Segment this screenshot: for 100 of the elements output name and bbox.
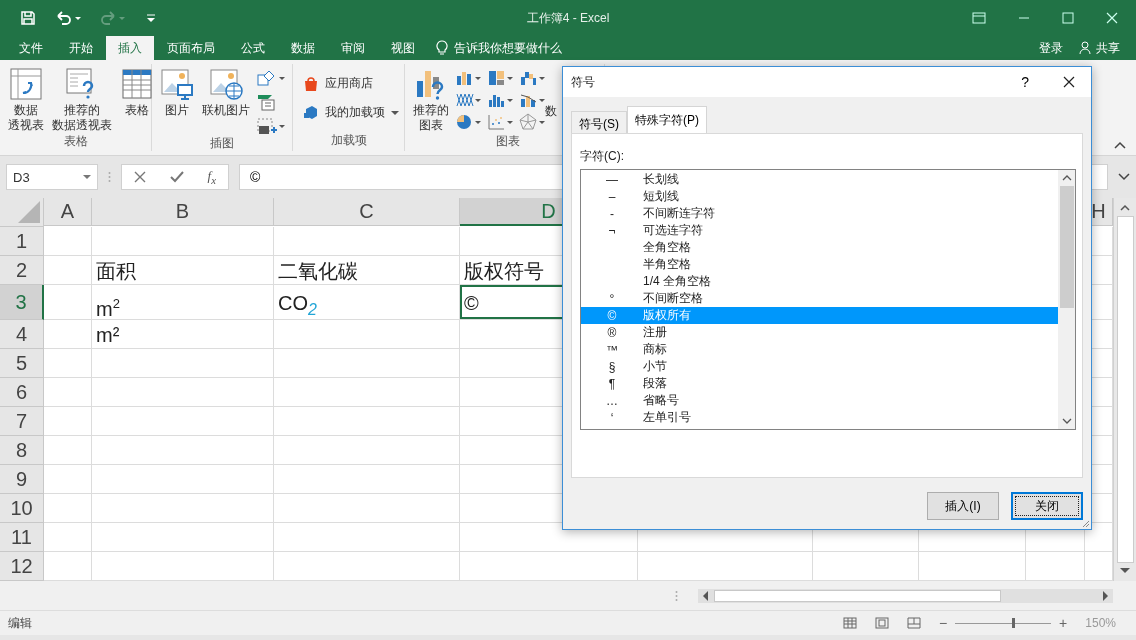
row-header[interactable]: 3: [0, 285, 44, 320]
row-header[interactable]: 6: [0, 378, 44, 407]
table-cell[interactable]: [274, 465, 460, 494]
row-header[interactable]: 4: [0, 320, 44, 349]
close-icon[interactable]: [1063, 76, 1075, 88]
cancel-icon[interactable]: [133, 171, 146, 183]
smartart-icon[interactable]: [256, 93, 276, 111]
tell-me-field[interactable]: 告诉我你想要做什么: [454, 39, 562, 57]
table-cell[interactable]: [274, 227, 460, 256]
select-all-button[interactable]: [0, 198, 44, 227]
list-item[interactable]: — 长划线: [581, 171, 1058, 188]
zoom-out-button[interactable]: −: [938, 615, 948, 631]
ribbon-button[interactable]: 图片: [158, 67, 196, 118]
list-item[interactable]: ¶ 段落: [581, 375, 1058, 392]
treemap-icon[interactable]: [487, 69, 515, 87]
ribbon-options-icon[interactable]: [972, 12, 986, 24]
list-scrollbar[interactable]: [1058, 170, 1075, 429]
table-cell[interactable]: [274, 320, 460, 349]
table-cell[interactable]: [44, 407, 92, 436]
row-header[interactable]: 5: [0, 349, 44, 378]
list-item[interactable]: ® 注册: [581, 324, 1058, 341]
table-cell[interactable]: [92, 407, 274, 436]
ribbon-tab[interactable]: 插入: [106, 36, 154, 60]
share-button[interactable]: 共享: [1075, 36, 1130, 60]
waterfall-icon[interactable]: [519, 69, 547, 87]
column-chart-icon[interactable]: [455, 69, 483, 87]
table-cell[interactable]: [92, 378, 274, 407]
vertical-scrollbar[interactable]: [1113, 198, 1136, 581]
table-cell[interactable]: [92, 349, 274, 378]
row-header[interactable]: 12: [0, 552, 44, 581]
table-cell[interactable]: [44, 378, 92, 407]
ribbon-tab[interactable]: 文件: [6, 36, 56, 60]
save-icon[interactable]: [20, 10, 36, 26]
page-break-icon[interactable]: [906, 617, 921, 629]
row-header[interactable]: 8: [0, 436, 44, 465]
table-cell[interactable]: [274, 349, 460, 378]
table-cell[interactable]: 二氧化碳: [274, 256, 460, 285]
table-cell[interactable]: m²: [92, 320, 274, 349]
table-cell[interactable]: [92, 494, 274, 523]
scroll-left-icon[interactable]: [702, 590, 710, 601]
scroll-up-icon[interactable]: [1061, 174, 1072, 182]
table-cell[interactable]: [274, 378, 460, 407]
table-cell[interactable]: [44, 285, 92, 320]
table-cell[interactable]: [92, 436, 274, 465]
scrollbar-thumb[interactable]: [714, 589, 1001, 602]
dialog-button[interactable]: 插入(I): [927, 492, 999, 520]
dialog-button[interactable]: 关闭: [1011, 492, 1083, 520]
ribbon-tab[interactable]: 公式: [228, 36, 278, 60]
splitter-icon[interactable]: [675, 589, 678, 602]
my-addins-button[interactable]: 我的加载项: [303, 104, 399, 121]
check-icon[interactable]: [169, 171, 184, 183]
ribbon-tab[interactable]: 开始: [56, 36, 106, 60]
ribbon-button[interactable]: 联机图片: [200, 67, 252, 118]
column-header[interactable]: B: [92, 198, 274, 226]
help-button[interactable]: ?: [1021, 74, 1029, 90]
undo-icon[interactable]: [54, 10, 82, 26]
scrollbar-thumb[interactable]: [1059, 186, 1074, 308]
horizontal-scrollbar[interactable]: [698, 588, 1113, 603]
scrollbar-thumb[interactable]: [1116, 216, 1134, 563]
scatter-chart-icon[interactable]: [487, 113, 515, 131]
dialog-tab[interactable]: 符号(S): [571, 111, 627, 133]
scroll-up-icon[interactable]: [1120, 204, 1130, 212]
scroll-right-icon[interactable]: [1101, 590, 1109, 601]
row-header[interactable]: 9: [0, 465, 44, 494]
ribbon-label[interactable]: 数: [545, 67, 557, 120]
table-cell[interactable]: [44, 465, 92, 494]
name-box[interactable]: D3: [6, 164, 98, 190]
insert-function-button[interactable]: f$_{x}$: [207, 168, 217, 186]
maximize-icon[interactable]: [1062, 12, 1074, 24]
shapes-icon[interactable]: [256, 69, 286, 87]
store-button[interactable]: 应用商店: [303, 75, 399, 92]
ribbon-button[interactable]: 数据 透视表: [6, 67, 46, 133]
column-header[interactable]: A: [44, 198, 92, 226]
table-cell[interactable]: [44, 494, 92, 523]
ribbon-button[interactable]: 推荐的 图表: [411, 67, 451, 133]
page-layout-icon[interactable]: [874, 617, 889, 629]
table-cell[interactable]: [44, 320, 92, 349]
line-chart-icon[interactable]: [455, 91, 483, 109]
normal-view-icon[interactable]: [842, 617, 857, 629]
table-cell[interactable]: [44, 436, 92, 465]
ribbon-tab[interactable]: 审阅: [328, 36, 378, 60]
table-cell[interactable]: CO$_{2}$: [274, 285, 460, 320]
list-item[interactable]: 全角空格: [581, 239, 1058, 256]
collapse-ribbon-icon[interactable]: [1114, 141, 1126, 149]
table-cell[interactable]: [274, 523, 460, 552]
table-cell[interactable]: [274, 407, 460, 436]
zoom-in-button[interactable]: +: [1059, 615, 1068, 631]
row-header[interactable]: 10: [0, 494, 44, 523]
table-cell[interactable]: [44, 256, 92, 285]
row-header[interactable]: 2: [0, 256, 44, 285]
ribbon-tab[interactable]: 数据: [278, 36, 328, 60]
table-cell[interactable]: [44, 349, 92, 378]
table-cell[interactable]: [92, 523, 274, 552]
customize-icon[interactable]: [146, 12, 156, 24]
table-cell[interactable]: [274, 436, 460, 465]
list-item[interactable]: ™ 商标: [581, 341, 1058, 358]
pie-chart-icon[interactable]: [455, 113, 483, 131]
row-header[interactable]: 11: [0, 523, 44, 552]
list-item[interactable]: ‘ 左单引号: [581, 409, 1058, 426]
ribbon-button[interactable]: 表格: [118, 67, 156, 118]
